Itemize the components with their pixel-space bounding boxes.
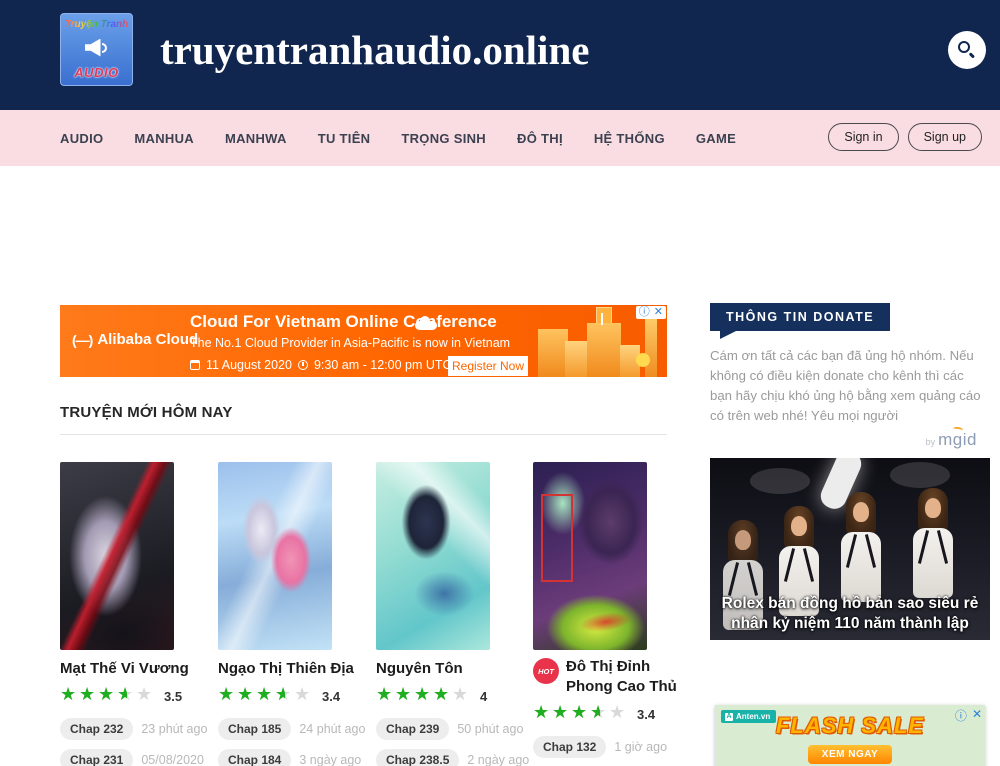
chapter-chip[interactable]: Chap 238.5: [376, 749, 459, 766]
rating-value: 3.4: [637, 707, 655, 722]
clock-icon: [298, 360, 308, 370]
adchoices-info-icon[interactable]: ⓘ: [955, 707, 967, 724]
advertiser-badge: AAnten.vn: [721, 710, 776, 723]
xem-ngay-button[interactable]: XEM NGAY: [808, 745, 892, 764]
comic-title[interactable]: Mạt Thế Vi Vương: [60, 659, 218, 679]
top-ad-banner[interactable]: (—)Alibaba Cloud Cloud For Vietnam Onlin…: [60, 305, 667, 377]
comic-card: Nguyên Tôn ★★★★★★★★★★ 4 Chap 239 50 phút…: [376, 462, 534, 766]
rating-value: 4: [480, 689, 487, 704]
main-nav: AUDIO MANHUA MANHWA TU TIÊN TRỌNG SINH Đ…: [0, 110, 1000, 166]
register-now-button[interactable]: Register Now: [448, 356, 528, 376]
chapter-chip[interactable]: Chap 184: [218, 749, 291, 766]
comic-title[interactable]: Nguyên Tôn: [376, 659, 534, 679]
ad-art-building: [587, 323, 621, 377]
chapter-chip[interactable]: Chap 132: [533, 736, 606, 758]
mgid-logo: mgid: [938, 430, 977, 449]
mgid-attribution[interactable]: bymgid: [710, 430, 977, 450]
alibaba-cloud-logo: (—)Alibaba Cloud: [72, 331, 198, 348]
adchoices-info-icon[interactable]: ⓘ: [639, 306, 650, 319]
comic-card: HOT Đô Thị Đỉnh Phong Cao Thủ ★★★★★★★★★★…: [533, 462, 691, 766]
sign-in-button[interactable]: Sign in: [828, 123, 898, 151]
comic-card: Ngạo Thị Thiên Địa ★★★★★★★★★★ 3.4 Chap 1…: [218, 462, 376, 766]
nav-item-manhua[interactable]: MANHUA: [134, 131, 194, 146]
comic-cover[interactable]: [376, 462, 490, 650]
nav-item-game[interactable]: GAME: [696, 131, 736, 146]
star-rating: ★★★★★★★★★★: [218, 684, 313, 709]
comic-cover[interactable]: [533, 462, 647, 650]
ad-art-tree: [636, 353, 650, 367]
search-button[interactable]: [948, 31, 986, 69]
ad-schedule: 11 August 2020 9:30 am - 12:00 pm UTC+07…: [190, 358, 490, 372]
donate-ribbon: THÔNG TIN DONATE: [710, 303, 890, 331]
nav-item-he-thong[interactable]: HỆ THỐNG: [594, 131, 665, 146]
comic-title[interactable]: Ngạo Thị Thiên Địa: [218, 659, 376, 679]
donate-text: Cám ơn tất cả các bạn đã ủng hộ nhóm. Nế…: [710, 346, 986, 426]
section-divider: [60, 434, 667, 435]
rating-value: 3.4: [322, 689, 340, 704]
chapter-chip[interactable]: Chap 232: [60, 718, 133, 740]
ad-art-building: [565, 341, 587, 377]
comic-cover[interactable]: [218, 462, 332, 650]
ad-subtitle: The No.1 Cloud Provider in Asia-Pacific …: [190, 336, 510, 350]
ad-art-flag: [601, 313, 603, 325]
header: Truyện Tranh AUDIO truyentranhaudio.onli…: [0, 0, 1000, 110]
nav-item-audio[interactable]: AUDIO: [60, 131, 103, 146]
ad-title: Cloud For Vietnam Online Conference: [190, 312, 497, 332]
ad-close-icon[interactable]: ✕: [654, 306, 663, 319]
hot-badge: HOT: [533, 658, 559, 684]
chapter-time: 05/08/2020: [141, 753, 204, 766]
page: Truyện Tranh AUDIO truyentranhaudio.onli…: [0, 0, 1000, 766]
ad-date: 11 August 2020: [206, 358, 292, 372]
comic-cover[interactable]: [60, 462, 174, 650]
photo-ad-caption: Rolex bán đồng hồ bản sao siêu rẻ nhân k…: [710, 594, 990, 634]
chapter-chip[interactable]: Chap 231: [60, 749, 133, 766]
chapter-time: 24 phút ago: [299, 722, 365, 736]
sidebar-photo-ad[interactable]: Rolex bán đồng hồ bản sao siêu rẻ nhân k…: [710, 458, 990, 640]
chapter-chip[interactable]: Chap 239: [376, 718, 449, 740]
cloud-icon: [415, 321, 437, 330]
chapter-chip[interactable]: Chap 185: [218, 718, 291, 740]
ad-art-building: [538, 329, 568, 377]
ad-close-icon[interactable]: ✕: [972, 707, 982, 724]
star-rating: ★★★★★★★★★★: [376, 684, 471, 709]
flash-sale-ad[interactable]: AAnten.vn ⓘ ✕ FLASH SALE XEM NGAY: [715, 705, 985, 766]
chapter-time: 3 ngày ago: [299, 753, 361, 766]
rating-value: 3.5: [164, 689, 182, 704]
ad-art-figure: [834, 492, 888, 602]
star-rating: ★★★★★★★★★★: [60, 684, 155, 709]
star-rating: ★★★★★★★★★★: [533, 702, 628, 727]
rating-row: ★★★★★★★★★★ 3.4: [218, 684, 376, 709]
chapter-time: 23 phút ago: [141, 722, 207, 736]
chapter-time: 2 ngày ago: [467, 753, 529, 766]
nav-item-manhwa[interactable]: MANHWA: [225, 131, 287, 146]
rating-row: ★★★★★★★★★★ 3.4: [533, 702, 691, 727]
site-logo[interactable]: Truyện Tranh AUDIO: [60, 13, 133, 86]
site-title[interactable]: truyentranhaudio.online: [160, 26, 589, 74]
sign-up-button[interactable]: Sign up: [908, 123, 982, 151]
speaker-icon: [85, 39, 109, 57]
comic-card: Mạt Thế Vi Vương ★★★★★★★★★★ 3.5 Chap 232…: [60, 462, 218, 766]
chapter-time: 50 phút ago: [457, 722, 523, 736]
ad-art-building: [645, 315, 657, 377]
logo-text-top: Truyện Tranh: [65, 19, 129, 30]
calendar-icon: [190, 360, 200, 370]
rating-row: ★★★★★★★★★★ 3.5: [60, 684, 218, 709]
search-icon: [958, 41, 970, 53]
section-title: TRUYỆN MỚI HÔM NAY: [60, 404, 233, 421]
comic-title[interactable]: Đô Thị Đỉnh Phong Cao Thủ: [566, 657, 691, 697]
nav-item-trong-sinh[interactable]: TRỌNG SINH: [401, 131, 486, 146]
logo-text-audio: AUDIO: [74, 65, 118, 80]
nav-item-do-thi[interactable]: ĐÔ THỊ: [517, 131, 563, 146]
adchoices-controls[interactable]: ⓘ ✕: [955, 707, 982, 724]
chapter-time: 1 giờ ago: [614, 740, 667, 754]
rating-row: ★★★★★★★★★★ 4: [376, 684, 534, 709]
adchoices-controls[interactable]: ⓘ ✕: [636, 306, 666, 319]
nav-item-tu-tien[interactable]: TU TIÊN: [318, 131, 371, 146]
ad-art-figure: [906, 488, 960, 598]
